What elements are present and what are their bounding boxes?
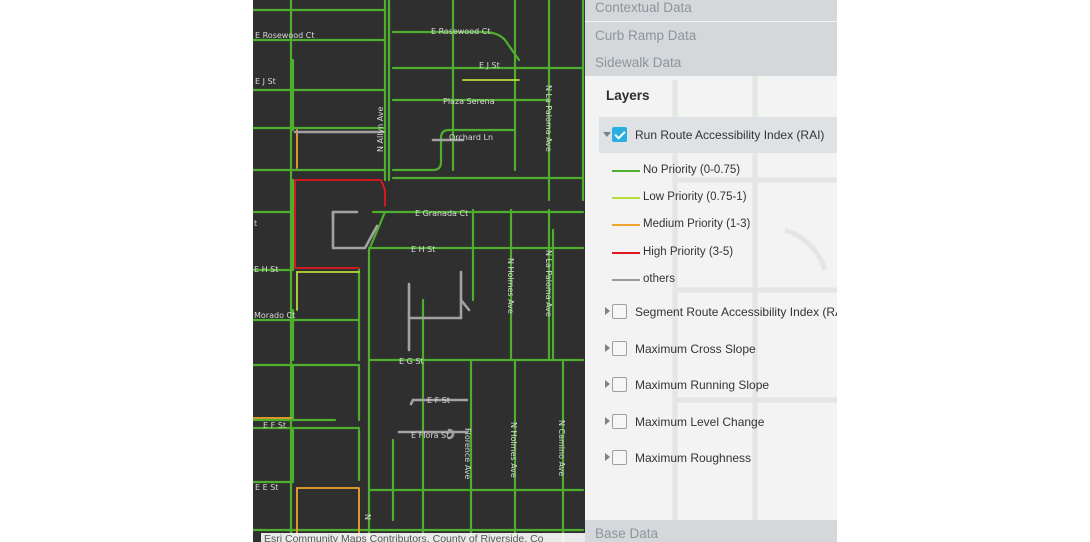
legend-label: Medium Priority (1-3): [643, 218, 751, 230]
legend-swatch-medium-priority: [612, 224, 640, 226]
section-base-data[interactable]: Base Data: [585, 520, 837, 542]
layers-panel: Contextual Data Curb Ramp Data Sidewalk …: [585, 0, 837, 542]
legend-swatch-low-priority: [612, 197, 640, 199]
legend-swatch-others: [612, 279, 640, 281]
street-label: E F St: [263, 421, 286, 430]
checkbox-running-slope[interactable]: [612, 377, 627, 392]
legend-swatch-no-priority: [612, 170, 640, 172]
caret-right-icon[interactable]: [605, 453, 610, 461]
street-label: N La Paloma Ave: [544, 85, 553, 152]
checkbox-roughness[interactable]: [612, 450, 627, 465]
checkbox-level-change[interactable]: [612, 414, 627, 429]
layer-row-cross-slope[interactable]: Maximum Cross Slope: [585, 337, 837, 359]
street-label: Florence Ave: [463, 428, 472, 479]
street-label: E Granada Ct: [415, 209, 468, 218]
street-label: t: [254, 219, 257, 228]
street-label: E Flora St: [411, 431, 449, 440]
checkbox-cross-slope[interactable]: [612, 341, 627, 356]
no-priority-segments: [253, 0, 585, 542]
caret-right-icon[interactable]: [605, 417, 610, 425]
street-label: E J St: [479, 61, 500, 70]
street-label: Plaza Serena: [443, 97, 495, 106]
street-network: E Rosewood Ct E Rosewood Ct E J St E J S…: [253, 0, 585, 542]
section-contextual-data[interactable]: Contextual Data: [585, 0, 837, 21]
layer-row-level-change[interactable]: Maximum Level Change: [585, 410, 837, 432]
checkbox-segment-rai[interactable]: [612, 304, 627, 319]
legend-swatch-high-priority: [612, 252, 640, 254]
street-label: E Rosewood Ct: [255, 31, 314, 40]
street-label: E G St: [399, 357, 424, 366]
street-label: E F St: [427, 396, 450, 405]
map-view[interactable]: E Rosewood Ct E Rosewood Ct E J St E J S…: [253, 0, 585, 542]
street-label: E J St: [255, 77, 276, 86]
street-label: E E St: [255, 483, 278, 492]
high-priority-segments: [294, 179, 386, 269]
caret-down-icon[interactable]: [603, 132, 611, 137]
layers-title: Layers: [606, 88, 650, 103]
low-priority-segments: [296, 79, 520, 311]
layer-label: Run Route Accessibility Index (RAI): [635, 128, 825, 142]
street-label: N: [363, 514, 372, 520]
street-label: N Holmes Ave: [509, 422, 518, 478]
layer-row-run-rai[interactable]: Run Route Accessibility Index (RAI): [599, 117, 837, 153]
street-label: E H St: [411, 245, 435, 254]
layer-row-segment-rai[interactable]: Segment Route Accessibility Index (RAI): [585, 300, 837, 322]
medium-priority-segments: [253, 129, 360, 542]
street-label: Morado Ct: [254, 311, 295, 320]
app-window: E Rosewood Ct E Rosewood Ct E J St E J S…: [0, 0, 1090, 542]
map-attribution: Esri Community Maps Contributors, County…: [261, 533, 585, 542]
street-label: N Holmes Ave: [506, 258, 515, 314]
legend-label: others: [643, 273, 675, 285]
layer-label: Maximum Roughness: [635, 451, 752, 465]
checkbox-run-rai[interactable]: [612, 127, 627, 142]
street-label: N Camino Ave: [557, 420, 566, 476]
street-label: N La Paloma Ave: [544, 250, 553, 317]
layer-label: Maximum Running Slope: [635, 378, 770, 392]
legend-label: Low Priority (0.75-1): [643, 191, 747, 203]
layer-label: Maximum Cross Slope: [635, 342, 756, 356]
section-curb-ramp-data[interactable]: Curb Ramp Data: [585, 22, 837, 49]
caret-right-icon[interactable]: [605, 307, 610, 315]
layer-row-roughness[interactable]: Maximum Roughness: [585, 446, 837, 468]
caret-right-icon[interactable]: [605, 344, 610, 352]
street-label: Orchard Ln: [449, 133, 493, 142]
layer-row-running-slope[interactable]: Maximum Running Slope: [585, 373, 837, 395]
legend-label: No Priority (0-0.75): [643, 164, 741, 176]
legend-label: High Priority (3-5): [643, 246, 734, 258]
layer-label: Maximum Level Change: [635, 415, 765, 429]
layer-label: Segment Route Accessibility Index (RAI): [635, 305, 837, 319]
caret-right-icon[interactable]: [605, 380, 610, 388]
section-sidewalk-data[interactable]: Sidewalk Data: [585, 49, 837, 76]
street-label: E Rosewood Ct: [431, 27, 490, 36]
street-label: E H St: [254, 265, 278, 274]
street-label: N Allyn Ave: [376, 106, 385, 152]
